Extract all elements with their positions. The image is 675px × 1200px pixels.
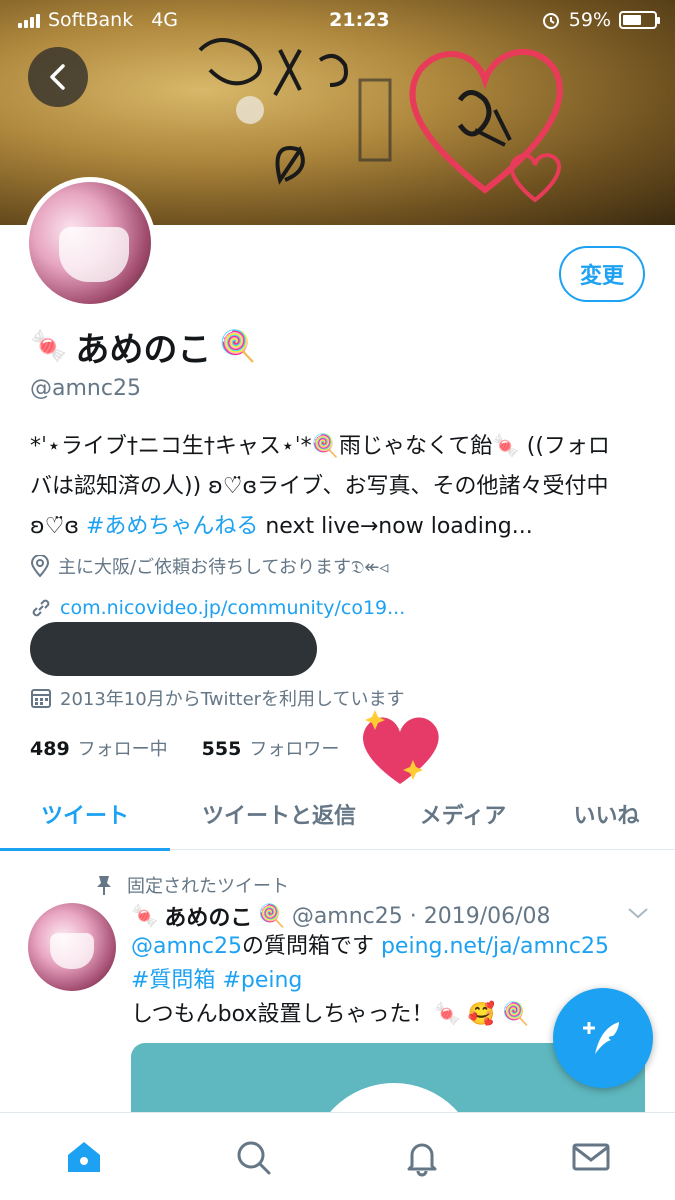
bio-line-2: バは認知済の人)) ʚ♡̈ɞライブ、お写真、その他諸々受付中 [30, 474, 609, 499]
pin-icon [97, 876, 111, 895]
tweet-author-name[interactable]: あめのこ [164, 900, 252, 932]
pinned-label-text: 固定されたツイート [127, 876, 289, 897]
profile-joined-date: 2013年10月からTwitterを利用しています [30, 685, 405, 711]
edit-profile-button[interactable]: 変更 [559, 246, 645, 302]
tweet-mention[interactable]: @amnc25 [131, 934, 242, 959]
back-arrow-icon [50, 64, 65, 90]
followers-label[interactable]: フォロワー [249, 735, 339, 761]
profile-handle: @amnc25 [30, 376, 141, 401]
profile-tabs: ツイート ツイートと返信 メディア いいね [0, 778, 675, 851]
bio-line-1: *ˈ⋆ライブ†ニコ生†キャス⋆ˈ*🍭雨じゃなくて飴🍬 ((フォロ [30, 434, 610, 459]
profile-name: あめのこ [75, 330, 212, 370]
mail-icon [572, 1143, 610, 1170]
network-label: 4G [151, 9, 179, 31]
tweet-handle-date: @amnc25 · 2019/06/08 [291, 903, 551, 929]
pinned-tweet-label: 固定されたツイート [95, 872, 289, 898]
back-button[interactable] [28, 47, 88, 107]
tweet-line-2: #質問箱 #peing [131, 964, 651, 998]
tweet-hashtag-1[interactable]: #質問箱 [131, 968, 215, 993]
lollipop-emoji: 🍭 [219, 329, 257, 364]
nav-messages[interactable] [551, 1122, 631, 1192]
nav-notifications[interactable] [382, 1122, 462, 1192]
tweet-avatar[interactable] [28, 903, 116, 991]
nav-home[interactable] [44, 1122, 124, 1192]
tab-tweets[interactable]: ツイート [0, 778, 170, 851]
follow-stats: 489 フォロー中 555 フォロワー [30, 735, 339, 761]
tweet-header: 🍬 あめのこ 🍭 @amnc25 · 2019/06/08 [131, 900, 551, 932]
profile-bio: *ˈ⋆ライブ†ニコ生†キャス⋆ˈ*🍭雨じゃなくて飴🍬 ((フォロ バは認知済の人… [30, 427, 650, 547]
redacted-field [30, 622, 317, 676]
joined-text: 2013年10月からTwitterを利用しています [60, 689, 405, 710]
home-icon [68, 1141, 101, 1172]
alarm-icon [542, 13, 559, 29]
location-text: 主に大阪/ご依頼お待ちしております𝔇↞◃ [58, 557, 389, 578]
bell-icon [407, 1143, 437, 1176]
signal-icon [18, 12, 40, 28]
location-pin-icon [30, 555, 50, 577]
status-bar: SoftBank 4G 21:23 59% [0, 0, 675, 40]
tab-media[interactable]: メディア [388, 778, 538, 850]
search-icon [237, 1141, 271, 1174]
banner-small-heart-doodle [509, 153, 561, 203]
nav-search[interactable] [213, 1122, 293, 1192]
tweet-link[interactable]: peing.net/ja/amnc25 [381, 934, 609, 959]
tweet-lollipop-emoji: 🍭 [258, 903, 286, 929]
carrier-label: SoftBank [48, 9, 134, 31]
candy-emoji: 🍬 [30, 329, 68, 364]
profile-name-row: 🍬 あめのこ 🍭 [30, 322, 257, 371]
profile-link[interactable]: com.nicovideo.jp/community/co19... [30, 597, 405, 619]
bottom-navigation [0, 1112, 675, 1200]
following-label[interactable]: フォロー中 [78, 735, 168, 761]
bio-hashtag[interactable]: #あめちゃんねる [86, 514, 258, 539]
sparkling-heart-sticker [363, 710, 439, 784]
tweet-line-1: @amnc25の質問箱です peing.net/ja/amnc25 [131, 934, 609, 959]
followers-count[interactable]: 555 [202, 738, 242, 760]
bio-line-3: ʚ♡̈ɞ #あめちゃんねる next live→now loading... [30, 514, 533, 539]
profile-url[interactable]: com.nicovideo.jp/community/co19... [60, 597, 405, 619]
chevron-down-icon[interactable] [626, 905, 650, 921]
tab-tweets-and-replies[interactable]: ツイートと返信 [170, 778, 388, 850]
profile-avatar[interactable] [24, 177, 156, 309]
following-count[interactable]: 489 [30, 738, 70, 760]
battery-percent: 59% [568, 9, 611, 31]
clock: 21:23 [329, 9, 390, 31]
tweet-hashtag-2[interactable]: #peing [222, 968, 302, 993]
link-icon [32, 599, 50, 617]
profile-location: 主に大阪/ご依頼お待ちしております𝔇↞◃ [30, 553, 388, 579]
tweet-candy-emoji: 🍬 [131, 903, 159, 929]
compose-tweet-button[interactable] [553, 988, 653, 1088]
battery-icon [619, 11, 660, 29]
tab-likes[interactable]: いいね [538, 778, 675, 850]
banner-signature-doodle [198, 38, 392, 185]
compose-feather-icon [583, 1022, 619, 1054]
calendar-icon [31, 689, 51, 708]
